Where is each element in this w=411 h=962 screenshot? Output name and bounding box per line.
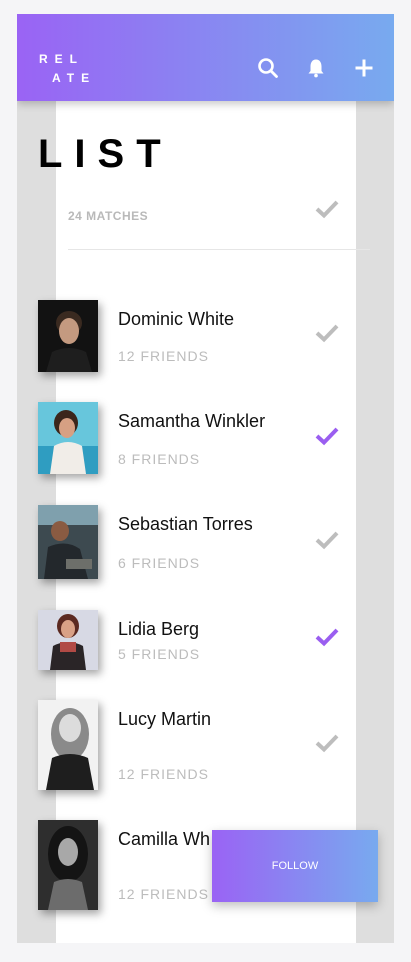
friends-count: 8 FRIENDS xyxy=(118,451,201,467)
person-name[interactable]: Lidia Berg xyxy=(118,619,199,640)
check-icon[interactable] xyxy=(314,733,340,753)
person-name[interactable]: Dominic White xyxy=(118,309,234,330)
page-title: LIST xyxy=(38,132,173,176)
friends-count: 12 FRIENDS xyxy=(118,348,209,364)
check-icon[interactable] xyxy=(314,426,340,446)
app-logo[interactable]: REL ATE xyxy=(39,50,96,88)
app-screen: REL ATE LIST 24 MATCHES Dominic White 12… xyxy=(17,14,394,943)
person-name[interactable]: Sebastian Torres xyxy=(118,514,253,535)
app-header: REL ATE xyxy=(17,14,394,101)
matches-count: 24 MATCHES xyxy=(68,209,149,223)
person-name[interactable]: Samantha Winkler xyxy=(118,411,265,432)
search-icon[interactable] xyxy=(257,57,279,79)
avatar[interactable] xyxy=(38,700,98,790)
check-icon[interactable] xyxy=(314,199,340,219)
friends-count: 12 FRIENDS xyxy=(118,886,209,902)
person-name[interactable]: Lucy Martin xyxy=(118,709,211,730)
avatar[interactable] xyxy=(38,505,98,579)
plus-icon[interactable] xyxy=(353,57,375,79)
divider xyxy=(68,249,370,250)
avatar[interactable] xyxy=(38,820,98,910)
avatar[interactable] xyxy=(38,610,98,670)
person-name[interactable]: Camilla Wh xyxy=(118,829,210,850)
avatar[interactable] xyxy=(38,402,98,474)
friends-count: 5 FRIENDS xyxy=(118,646,201,662)
bell-icon[interactable] xyxy=(305,57,327,79)
avatar[interactable] xyxy=(38,300,98,372)
check-icon[interactable] xyxy=(314,530,340,550)
follow-button[interactable]: FOLLOW xyxy=(212,830,378,902)
check-icon[interactable] xyxy=(314,627,340,647)
friends-count: 12 FRIENDS xyxy=(118,766,209,782)
friends-count: 6 FRIENDS xyxy=(118,555,201,571)
check-icon[interactable] xyxy=(314,323,340,343)
